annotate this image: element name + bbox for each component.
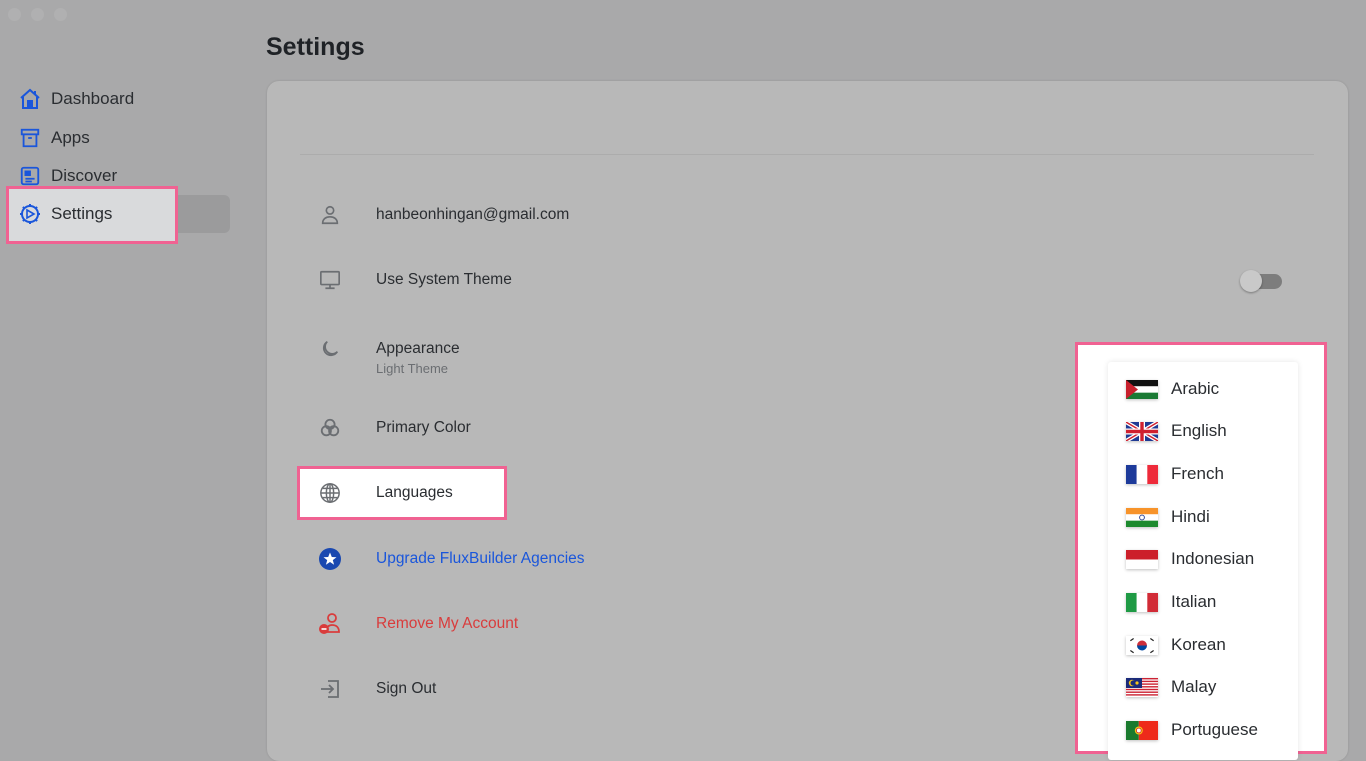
indonesia-flag-icon xyxy=(1126,549,1158,569)
use-system-theme-label: Use System Theme xyxy=(376,271,512,288)
languages-row[interactable]: Languages xyxy=(300,473,453,513)
india-flag-icon xyxy=(1126,507,1158,527)
uk-flag-icon xyxy=(1126,421,1158,441)
language-label: Korean xyxy=(1171,635,1226,654)
language-option-indonesian[interactable]: Indonesian xyxy=(1126,544,1254,574)
language-option-hindi[interactable]: Hindi xyxy=(1126,502,1210,532)
language-label: English xyxy=(1171,421,1227,440)
languages-label: Languages xyxy=(376,484,453,501)
newspaper-icon xyxy=(18,164,42,188)
korea-flag-icon xyxy=(1126,635,1158,655)
sidebar-item-label: Dashboard xyxy=(51,89,135,108)
france-flag-icon xyxy=(1126,464,1158,484)
sidebar-item-label: Discover xyxy=(51,166,118,185)
malaysia-flag-icon xyxy=(1126,677,1158,697)
language-option-korean[interactable]: Korean xyxy=(1126,630,1226,660)
use-system-theme-row[interactable]: Use System Theme xyxy=(300,260,512,300)
moon-icon xyxy=(300,336,360,360)
sign-out-row[interactable]: Sign Out xyxy=(300,669,436,709)
primary-color-row[interactable]: Primary Color xyxy=(300,408,471,448)
language-option-english[interactable]: English xyxy=(1126,416,1227,446)
sign-out-icon xyxy=(300,677,360,701)
language-label: Hindi xyxy=(1171,507,1210,526)
language-label: Arabic xyxy=(1171,379,1220,398)
sidebar-item-discover[interactable]: Discover xyxy=(18,159,117,193)
appearance-label: Appearance xyxy=(376,340,460,357)
palestine-flag-icon xyxy=(1126,379,1158,399)
language-label: Malay xyxy=(1171,677,1217,696)
language-label: Indonesian xyxy=(1171,549,1255,568)
upgrade-row[interactable]: Upgrade FluxBuilder Agencies xyxy=(300,539,585,579)
sidebar-item-dashboard[interactable]: Dashboard xyxy=(18,82,134,116)
system-theme-toggle[interactable] xyxy=(1240,270,1282,292)
account-email: hanbeonhingan@gmail.com xyxy=(376,206,570,223)
sidebar-item-label: Apps xyxy=(51,128,90,147)
account-email-row: hanbeonhingan@gmail.com xyxy=(300,195,569,235)
sidebar: Dashboard Apps Discover Settings xyxy=(0,0,250,760)
globe-icon xyxy=(300,482,360,504)
sign-out-label: Sign Out xyxy=(376,680,437,697)
remove-account-row[interactable]: Remove My Account xyxy=(300,604,518,644)
language-option-french[interactable]: French xyxy=(1126,459,1224,489)
language-option-portuguese[interactable]: Portuguese xyxy=(1126,715,1258,745)
sidebar-item-settings[interactable]: Settings xyxy=(18,197,112,231)
language-option-malay[interactable]: Malay xyxy=(1126,672,1216,702)
portugal-flag-icon xyxy=(1126,720,1158,740)
archive-icon xyxy=(18,126,42,150)
toggle-knob xyxy=(1240,270,1262,292)
language-label: Portuguese xyxy=(1171,720,1258,739)
remove-account-label: Remove My Account xyxy=(376,615,519,632)
upgrade-label: Upgrade FluxBuilder Agencies xyxy=(376,550,585,567)
gear-icon xyxy=(18,202,42,226)
appearance-value: Light Theme xyxy=(376,361,449,376)
language-label: Italian xyxy=(1171,592,1217,611)
language-option-arabic[interactable]: Arabic xyxy=(1126,374,1219,404)
remove-user-icon xyxy=(300,612,360,636)
primary-color-label: Primary Color xyxy=(376,419,471,436)
color-swatch-icon xyxy=(300,417,360,439)
language-option-italian[interactable]: Italian xyxy=(1126,587,1216,617)
language-label: French xyxy=(1171,464,1224,483)
home-icon xyxy=(18,87,42,111)
sidebar-item-apps[interactable]: Apps xyxy=(18,121,90,155)
user-icon xyxy=(300,204,360,226)
star-badge-icon xyxy=(300,547,360,571)
divider xyxy=(300,154,1314,155)
sidebar-item-label: Settings xyxy=(51,204,113,223)
italy-flag-icon xyxy=(1126,592,1158,612)
appearance-row[interactable]: Appearance Light Theme xyxy=(300,336,460,380)
page-title: Settings xyxy=(266,33,365,61)
monitor-icon xyxy=(300,269,360,291)
